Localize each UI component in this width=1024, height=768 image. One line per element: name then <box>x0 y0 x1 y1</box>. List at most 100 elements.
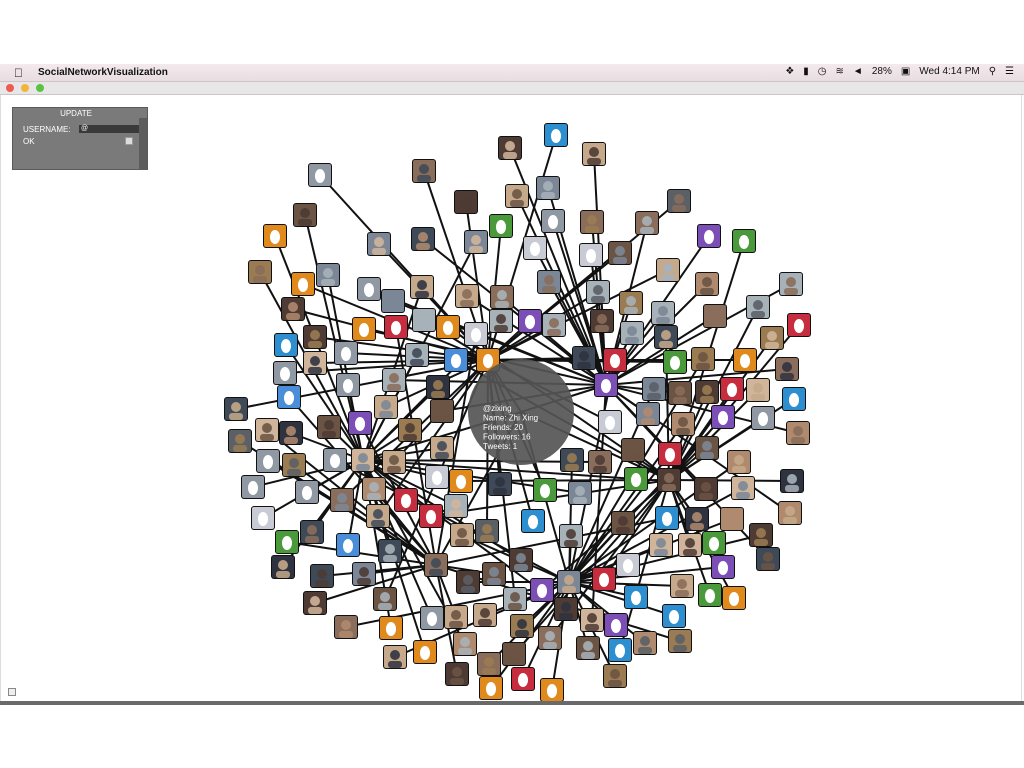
default-avatar-node[interactable] <box>348 411 372 435</box>
update-panel-scrollbar[interactable] <box>139 118 147 170</box>
profile-photo-node[interactable] <box>334 615 358 639</box>
default-avatar-node[interactable] <box>263 224 287 248</box>
profile-photo-node[interactable] <box>642 377 666 401</box>
close-window-button[interactable] <box>6 84 14 92</box>
profile-photo-node[interactable] <box>228 429 252 453</box>
default-avatar-node[interactable] <box>782 387 806 411</box>
profile-photo-node[interactable] <box>453 632 477 656</box>
default-avatar-node[interactable] <box>273 361 297 385</box>
default-avatar-node[interactable] <box>787 313 811 337</box>
default-avatar-node[interactable] <box>624 585 648 609</box>
default-avatar-node[interactable] <box>658 442 682 466</box>
default-avatar-node[interactable] <box>655 506 679 530</box>
notification-center-icon[interactable]: ☰ <box>1005 66 1014 77</box>
profile-photo-node[interactable] <box>588 450 612 474</box>
profile-photo-node[interactable] <box>590 309 614 333</box>
profile-photo-node[interactable] <box>510 614 534 638</box>
profile-photo-node[interactable] <box>780 469 804 493</box>
default-avatar-node[interactable] <box>624 467 648 491</box>
profile-photo-node[interactable] <box>746 378 770 402</box>
profile-photo-node[interactable] <box>503 587 527 611</box>
profile-photo-node[interactable] <box>554 597 578 621</box>
profile-photo-node[interactable] <box>412 159 436 183</box>
profile-photo-node[interactable] <box>382 368 406 392</box>
default-avatar-node[interactable] <box>277 385 301 409</box>
profile-photo-node[interactable] <box>450 523 474 547</box>
default-avatar-node[interactable] <box>663 350 687 374</box>
default-avatar-node[interactable] <box>352 317 376 341</box>
default-avatar-node[interactable] <box>616 553 640 577</box>
profile-photo-node[interactable] <box>720 507 744 531</box>
profile-photo-node[interactable] <box>694 477 718 501</box>
profile-photo-node[interactable] <box>775 357 799 381</box>
default-avatar-node[interactable] <box>413 640 437 664</box>
ok-label[interactable]: OK <box>23 137 35 146</box>
profile-photo-node[interactable] <box>382 450 406 474</box>
profile-photo-node[interactable] <box>608 241 632 265</box>
default-avatar-node[interactable] <box>295 480 319 504</box>
dropbox-icon[interactable]: ❖ <box>785 66 794 77</box>
default-avatar-node[interactable] <box>256 449 280 473</box>
resize-corner-icon[interactable] <box>8 688 16 696</box>
profile-photo-node[interactable] <box>430 436 454 460</box>
visualization-canvas[interactable]: @zixing Name: Zhi Xing Friends: 20 Follo… <box>0 95 1022 701</box>
profile-photo-node[interactable] <box>381 289 405 313</box>
default-avatar-node[interactable] <box>530 578 554 602</box>
default-avatar-node[interactable] <box>449 469 473 493</box>
default-avatar-node[interactable] <box>464 322 488 346</box>
apple-icon[interactable]:  <box>14 66 23 80</box>
default-avatar-node[interactable] <box>357 277 381 301</box>
profile-photo-node[interactable] <box>281 297 305 321</box>
default-avatar-node[interactable] <box>308 163 332 187</box>
battery-icon-small[interactable]: ▮ <box>803 66 809 77</box>
profile-photo-node[interactable] <box>317 415 341 439</box>
time-machine-icon[interactable]: ◷ <box>818 66 827 77</box>
profile-photo-node[interactable] <box>649 533 673 557</box>
zoom-window-button[interactable] <box>36 84 44 92</box>
default-avatar-node[interactable] <box>720 377 744 401</box>
profile-photo-node[interactable] <box>373 587 397 611</box>
profile-photo-node[interactable] <box>374 395 398 419</box>
profile-photo-node[interactable] <box>366 504 390 528</box>
profile-photo-node[interactable] <box>633 631 657 655</box>
app-menu-name[interactable]: SocialNetworkVisualization <box>38 67 168 78</box>
default-avatar-node[interactable] <box>751 406 775 430</box>
profile-photo-node[interactable] <box>572 346 596 370</box>
profile-photo-node[interactable] <box>703 304 727 328</box>
profile-photo-node[interactable] <box>473 603 497 627</box>
minimize-window-button[interactable] <box>21 84 29 92</box>
profile-photo-node[interactable] <box>444 605 468 629</box>
profile-photo-node[interactable] <box>464 230 488 254</box>
profile-photo-node[interactable] <box>475 519 499 543</box>
profile-photo-node[interactable] <box>695 380 719 404</box>
default-avatar-node[interactable] <box>489 214 513 238</box>
profile-photo-node[interactable] <box>310 564 334 588</box>
profile-photo-node[interactable] <box>537 270 561 294</box>
profile-photo-node[interactable] <box>293 203 317 227</box>
default-avatar-node[interactable] <box>511 667 535 691</box>
profile-photo-node[interactable] <box>727 450 751 474</box>
profile-photo-node[interactable] <box>279 421 303 445</box>
default-avatar-node[interactable] <box>594 373 618 397</box>
default-avatar-node[interactable] <box>697 224 721 248</box>
profile-photo-node[interactable] <box>635 211 659 235</box>
profile-photo-node[interactable] <box>248 260 272 284</box>
profile-photo-node[interactable] <box>255 418 279 442</box>
profile-photo-node[interactable] <box>619 291 643 315</box>
profile-photo-node[interactable] <box>509 548 533 572</box>
profile-photo-node[interactable] <box>654 325 678 349</box>
default-avatar-node[interactable] <box>291 272 315 296</box>
profile-photo-node[interactable] <box>430 399 454 423</box>
default-avatar-node[interactable] <box>394 488 418 512</box>
profile-photo-node[interactable] <box>410 275 434 299</box>
profile-photo-node[interactable] <box>411 227 435 251</box>
profile-photo-node[interactable] <box>611 511 635 535</box>
profile-photo-node[interactable] <box>271 555 295 579</box>
default-avatar-node[interactable] <box>523 236 547 260</box>
spotlight-search-icon[interactable]: ⚲ <box>989 66 996 77</box>
default-avatar-node[interactable] <box>379 616 403 640</box>
profile-photo-node[interactable] <box>685 507 709 531</box>
profile-photo-node[interactable] <box>582 142 606 166</box>
profile-photo-node[interactable] <box>455 284 479 308</box>
profile-photo-node[interactable] <box>576 636 600 660</box>
